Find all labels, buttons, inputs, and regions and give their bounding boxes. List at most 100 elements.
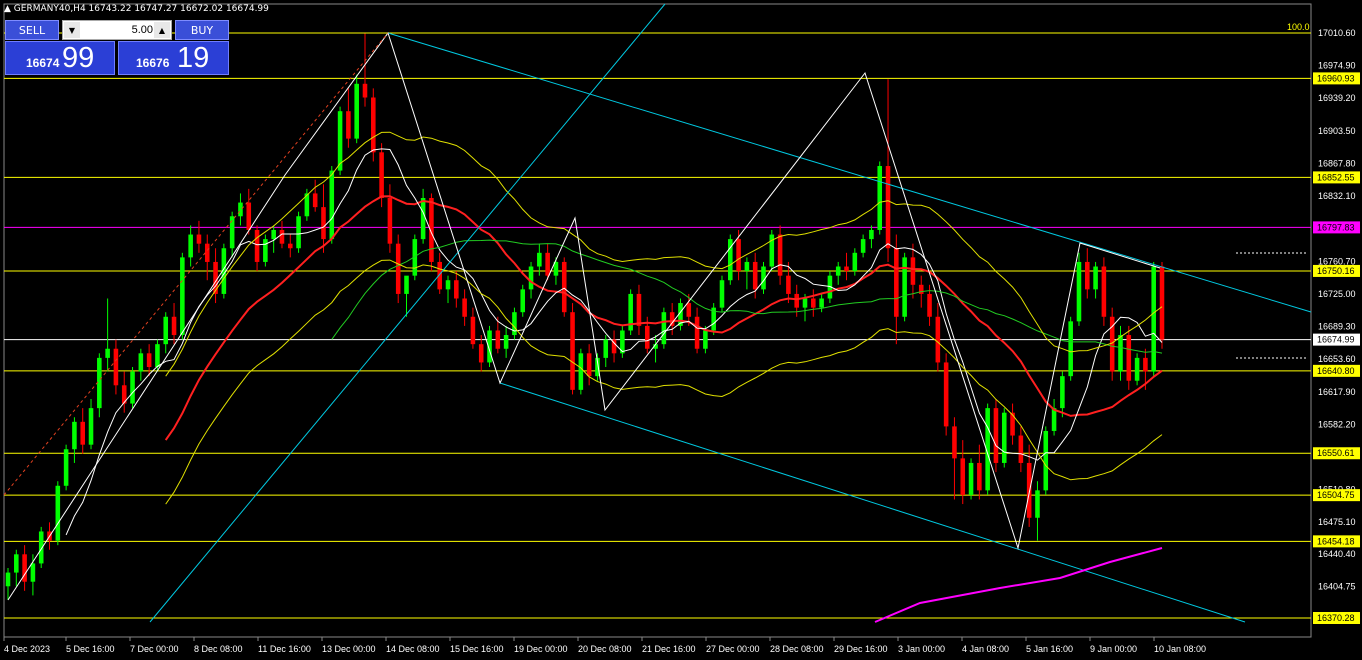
x-tick-label: 5 Dec 16:00	[66, 644, 115, 654]
candle-body	[72, 421, 77, 450]
y-tick-label: 16725.00	[1318, 289, 1356, 299]
lot-size-input[interactable]	[81, 21, 155, 39]
candle-body	[794, 293, 799, 308]
candle-body	[744, 261, 750, 272]
candle-body	[1126, 335, 1132, 381]
candle-body	[312, 193, 318, 208]
candle-body	[910, 257, 916, 285]
candle-body	[537, 252, 542, 267]
lot-increase-icon[interactable]: ▲	[154, 22, 170, 38]
candle-body	[371, 97, 376, 153]
candle-body	[329, 170, 335, 240]
candle-body	[1035, 490, 1040, 518]
y-tick-label: 16653.60	[1318, 354, 1356, 364]
level-label: 16550.61	[1317, 448, 1355, 458]
candle-body	[55, 485, 61, 541]
price-chart[interactable]: 17010.60 16974.90 16939.20 16903.50 16867.80…	[0, 0, 1362, 660]
level-label: 16750.16	[1317, 266, 1355, 276]
x-tick-label: 19 Dec 00:00	[514, 644, 568, 654]
candle-body	[5, 572, 11, 587]
candle-body	[395, 243, 401, 294]
sell-price-major: 16674	[26, 56, 60, 70]
candle-body	[1068, 321, 1073, 377]
lot-decrease-icon[interactable]: ▼	[64, 22, 80, 38]
candle-body	[993, 408, 999, 463]
candle-body	[503, 335, 509, 349]
level-label: 16640.80	[1317, 366, 1355, 376]
candle-body	[736, 239, 741, 272]
candle-body	[1018, 435, 1024, 463]
candle-body	[661, 312, 667, 345]
x-tick-label: 28 Dec 08:00	[770, 644, 824, 654]
candle-body	[561, 261, 567, 313]
candle-body	[960, 458, 966, 495]
candle-body	[287, 243, 293, 249]
x-tick-label: 3 Jan 00:00	[898, 644, 945, 654]
candle-body	[860, 239, 866, 253]
sell-price-button[interactable]: 16674 99	[5, 41, 115, 75]
sell-button[interactable]: SELL	[5, 20, 59, 40]
x-tick-label: 8 Dec 08:00	[194, 644, 243, 654]
candle-body	[204, 243, 210, 262]
candle-body	[1093, 266, 1098, 290]
y-tick-label: 16867.80	[1318, 158, 1356, 168]
candle-body	[952, 426, 957, 459]
candle-body	[586, 353, 592, 377]
y-tick-label: 16440.40	[1318, 549, 1356, 559]
candle-body	[362, 83, 368, 98]
candle-body	[811, 298, 816, 308]
candle-body	[703, 330, 708, 349]
y-tick-label: 16832.10	[1318, 191, 1356, 201]
candle-body	[918, 284, 924, 294]
candle-body	[1151, 266, 1156, 372]
candle-body	[1010, 412, 1015, 436]
candle-body	[1026, 462, 1032, 518]
candle-body	[1060, 376, 1065, 409]
candle-body	[786, 275, 791, 294]
candle-body	[63, 449, 69, 486]
buy-price-pips: 19	[177, 42, 210, 74]
candle-body	[1001, 412, 1007, 463]
candle-body	[188, 234, 193, 258]
x-tick-label: 7 Dec 00:00	[130, 644, 179, 654]
level-label: 16960.93	[1317, 73, 1355, 83]
candle-body	[404, 275, 409, 294]
candle-body	[927, 293, 932, 317]
candle-body	[977, 462, 982, 491]
chart-title-text: GERMANY40,H4 16743.22 16747.27 16672.02 …	[13, 4, 269, 14]
x-tick-label: 15 Dec 16:00	[450, 644, 504, 654]
y-tick-label: 16582.20	[1318, 419, 1356, 429]
candle-body	[80, 421, 86, 445]
candle-body	[1134, 357, 1140, 381]
candle-body	[196, 234, 202, 244]
candle-body	[545, 252, 550, 276]
buy-button[interactable]: BUY	[175, 20, 229, 40]
x-tick-label: 13 Dec 00:00	[322, 644, 376, 654]
candle-body	[321, 207, 326, 240]
candle-body	[852, 252, 858, 272]
candle-body	[520, 289, 526, 313]
candle-body	[354, 83, 359, 139]
candle-body	[1101, 266, 1107, 317]
candle-body	[777, 234, 783, 276]
level-label: 16852.55	[1317, 172, 1355, 182]
y-tick-label: 16404.75	[1318, 582, 1356, 592]
candle-body	[694, 316, 700, 349]
candle-body	[686, 303, 692, 317]
candle-body	[869, 229, 874, 240]
candle-body	[379, 152, 384, 198]
buy-price-button[interactable]: 16676 19	[118, 41, 229, 75]
candle-body	[570, 312, 575, 390]
chart-area[interactable]: 17010.60 16974.90 16939.20 16903.50 16867.80…	[0, 0, 1362, 660]
plot-frame	[3, 3, 1312, 638]
x-tick-label: 27 Dec 00:00	[706, 644, 760, 654]
level-label: 100.0	[1287, 22, 1310, 32]
candle-body	[14, 554, 19, 573]
candle-body	[1051, 408, 1057, 431]
candle-body	[254, 229, 260, 262]
candle-body	[1076, 261, 1082, 322]
candle-body	[113, 348, 119, 386]
candle-body	[935, 316, 941, 363]
candle-body	[88, 408, 94, 445]
level-label: 16504.75	[1317, 490, 1355, 500]
